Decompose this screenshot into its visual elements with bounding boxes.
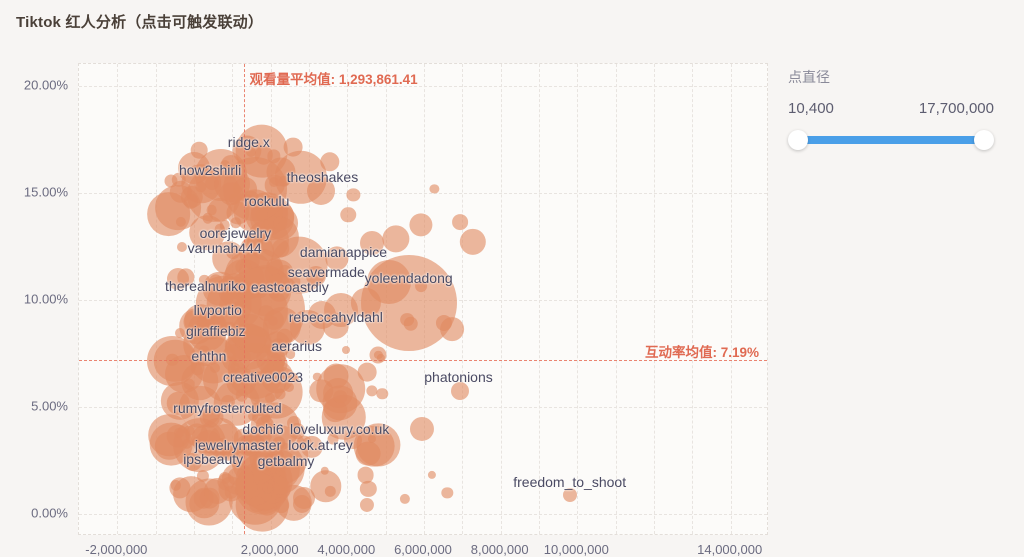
x-axis-tick-label: 2,000,000	[240, 542, 299, 557]
bubble-point[interactable]	[357, 362, 377, 382]
bubble-point[interactable]	[359, 497, 374, 512]
point-label[interactable]: aerarius	[271, 338, 322, 354]
point-diameter-range-slider[interactable]	[788, 130, 994, 150]
gridline-vertical	[615, 64, 617, 534]
slider-handle-max[interactable]	[974, 130, 994, 150]
plot-area[interactable]: 观看量平均值: 1,293,861.41 互动率均值: 7.19% ridge.x h…	[78, 63, 768, 535]
bubble-point[interactable]	[148, 414, 190, 456]
point-label[interactable]: giraffiebiz	[186, 323, 246, 339]
y-axis-tick-label: 5.00%	[31, 398, 68, 414]
bubble-point[interactable]	[459, 228, 486, 255]
x-axis-tick-label: 8,000,000	[470, 542, 529, 557]
bubble-point[interactable]	[323, 363, 349, 389]
point-label[interactable]: seavermade	[288, 264, 365, 280]
bubble-point[interactable]	[376, 387, 389, 400]
x-axis-tick-label: 14,000,000	[697, 542, 763, 557]
bubble-point[interactable]	[355, 441, 381, 466]
gridline-vertical	[577, 64, 579, 534]
slider-min-value: 10,400	[788, 100, 834, 117]
bubble-point[interactable]	[225, 486, 238, 499]
slider-handle-min[interactable]	[788, 130, 808, 150]
reference-line-label-views: 观看量平均值: 1,293,861.41	[249, 72, 418, 87]
y-axis-tick-label: 20.00%	[23, 77, 68, 93]
bubble-point[interactable]	[274, 388, 286, 400]
point-diameter-filter-panel[interactable]: 点直径 10,400 17,700,000	[772, 44, 1024, 540]
page-title: Tiktok 红人分析（点击可触发联动）	[16, 14, 264, 31]
slider-max-value: 17,700,000	[918, 100, 994, 117]
point-label[interactable]: damianappice	[300, 244, 387, 260]
point-label[interactable]: loveluxury.co.uk	[290, 421, 389, 437]
point-label[interactable]: yoleendadong	[365, 270, 453, 286]
y-axis-tick-label: 0.00%	[31, 505, 68, 521]
point-label[interactable]: oorejewelry	[200, 225, 272, 241]
gridline-vertical	[539, 64, 540, 534]
gridline-vertical	[462, 64, 464, 534]
point-label[interactable]: varunah444	[188, 240, 262, 256]
bubble-point[interactable]	[409, 213, 433, 237]
bubble-point[interactable]	[366, 384, 378, 397]
bubble-point[interactable]	[429, 184, 440, 194]
slider-title: 点直径	[788, 69, 830, 85]
gridline-vertical	[730, 64, 732, 534]
point-label[interactable]: how2shirli	[179, 162, 241, 178]
point-label[interactable]: getbalmy	[258, 453, 315, 469]
bubble-point[interactable]	[346, 188, 361, 202]
bubble-chart-panel[interactable]: 观看量平均值: 1,293,861.41 互动率均值: 7.19% ridge.x h…	[0, 44, 770, 557]
point-label[interactable]: phatonions	[424, 369, 493, 385]
point-label[interactable]: ehthn	[191, 348, 226, 364]
point-label[interactable]: dochi6	[242, 421, 283, 437]
point-label[interactable]: freedom_to_shoot	[513, 474, 626, 490]
x-axis-tick-label: -2,000,000	[85, 542, 148, 557]
point-label[interactable]: creative0023	[223, 369, 303, 385]
bubble-point[interactable]	[202, 213, 214, 224]
x-axis-tick-label: 4,000,000	[317, 542, 376, 557]
bubble-point[interactable]	[320, 466, 330, 475]
dashboard-root: Tiktok 红人分析（点击可触发联动） 观看量平均值: 1,293,861.4…	[0, 0, 1024, 557]
y-axis-tick-label: 15.00%	[23, 184, 68, 200]
point-label[interactable]: look.at.rey	[288, 437, 353, 453]
point-label[interactable]: rockulu	[244, 193, 289, 209]
gridline-horizontal	[79, 86, 767, 88]
slider-track[interactable]	[798, 136, 984, 144]
gridline-vertical	[117, 64, 119, 534]
point-label[interactable]: ridge.x	[228, 134, 270, 150]
bubble-point[interactable]	[452, 214, 469, 230]
bubble-point[interactable]	[146, 336, 197, 387]
point-label[interactable]: rebeccahyldahl	[289, 309, 383, 325]
x-axis-tick-label: 6,000,000	[394, 542, 452, 557]
gridline-horizontal	[79, 513, 767, 515]
x-axis-tick-label: 10,000,000	[543, 542, 609, 557]
bubble-point[interactable]	[428, 470, 437, 479]
bubble-point[interactable]	[441, 487, 453, 499]
gridline-vertical	[654, 64, 655, 534]
bubble-point[interactable]	[340, 206, 357, 223]
bubble-point[interactable]	[357, 466, 374, 484]
y-axis-tick-label: 10.00%	[23, 291, 68, 307]
reference-line-label-engagement: 互动率均值: 7.19%	[644, 345, 759, 360]
bubble-point[interactable]	[176, 242, 187, 253]
bubble-point[interactable]	[341, 346, 350, 355]
point-label[interactable]: therealnuriko	[165, 278, 246, 294]
point-label[interactable]: livportio	[194, 302, 242, 318]
bubble-point[interactable]	[562, 488, 577, 503]
gridline-vertical	[155, 64, 157, 534]
point-label[interactable]: culted	[244, 400, 281, 416]
bubble-point[interactable]	[409, 417, 434, 442]
point-label[interactable]: eastcoastdiy	[251, 279, 329, 295]
point-label[interactable]: rumyfroster	[173, 400, 244, 416]
point-label[interactable]: theoshakes	[287, 169, 359, 185]
bubble-point[interactable]	[400, 494, 411, 505]
point-label[interactable]: ipsbeauty	[183, 451, 243, 467]
bubble-point[interactable]	[275, 484, 313, 521]
gridline-vertical	[500, 64, 502, 534]
bubble-point[interactable]	[333, 390, 347, 404]
gridline-vertical	[692, 64, 694, 534]
